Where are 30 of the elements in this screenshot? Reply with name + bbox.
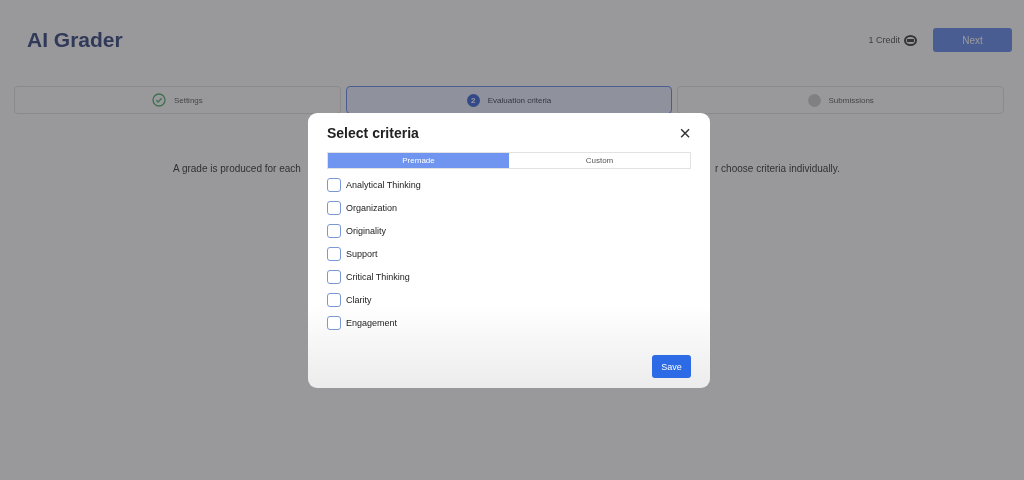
criterion-label: Support — [346, 249, 378, 259]
step-tab[interactable]: 2 Evaluation criteria — [345, 86, 673, 114]
checkbox[interactable] — [327, 316, 341, 330]
checkbox[interactable] — [327, 224, 341, 238]
close-button[interactable]: × — [679, 125, 691, 141]
step-number: 2 — [466, 93, 480, 107]
criterion-label: Engagement — [346, 318, 398, 328]
next-button[interactable]: Next — [933, 28, 1012, 52]
criteria-tab[interactable]: Premade — [328, 153, 509, 168]
save-button[interactable]: Save — [652, 355, 691, 378]
checkbox[interactable] — [327, 247, 341, 261]
credit-count: 1 Credit — [868, 35, 900, 45]
step-tab[interactable]: Settings — [14, 86, 341, 114]
coin-icon — [904, 34, 917, 46]
criterion-label: Originality — [346, 226, 386, 236]
checkbox[interactable] — [327, 178, 341, 192]
checkbox[interactable] — [327, 270, 341, 284]
criterion-label: Analytical Thinking — [346, 180, 421, 190]
step-tab[interactable]: Submissions — [677, 86, 1004, 114]
checkbox[interactable] — [327, 201, 341, 215]
description-text: A grade is produced for each — [173, 163, 302, 174]
dialog-title: Select criteria — [327, 125, 419, 141]
description-text: r choose criteria individually. — [715, 163, 841, 174]
check-icon — [151, 93, 166, 107]
criterion-label: Clarity — [346, 295, 372, 305]
criterion-label: Critical Thinking — [346, 272, 410, 282]
app-title: AI Grader — [27, 28, 123, 52]
step-dot-icon — [807, 93, 821, 107]
checkbox[interactable] — [327, 293, 341, 307]
criterion-label: Organization — [346, 203, 398, 213]
